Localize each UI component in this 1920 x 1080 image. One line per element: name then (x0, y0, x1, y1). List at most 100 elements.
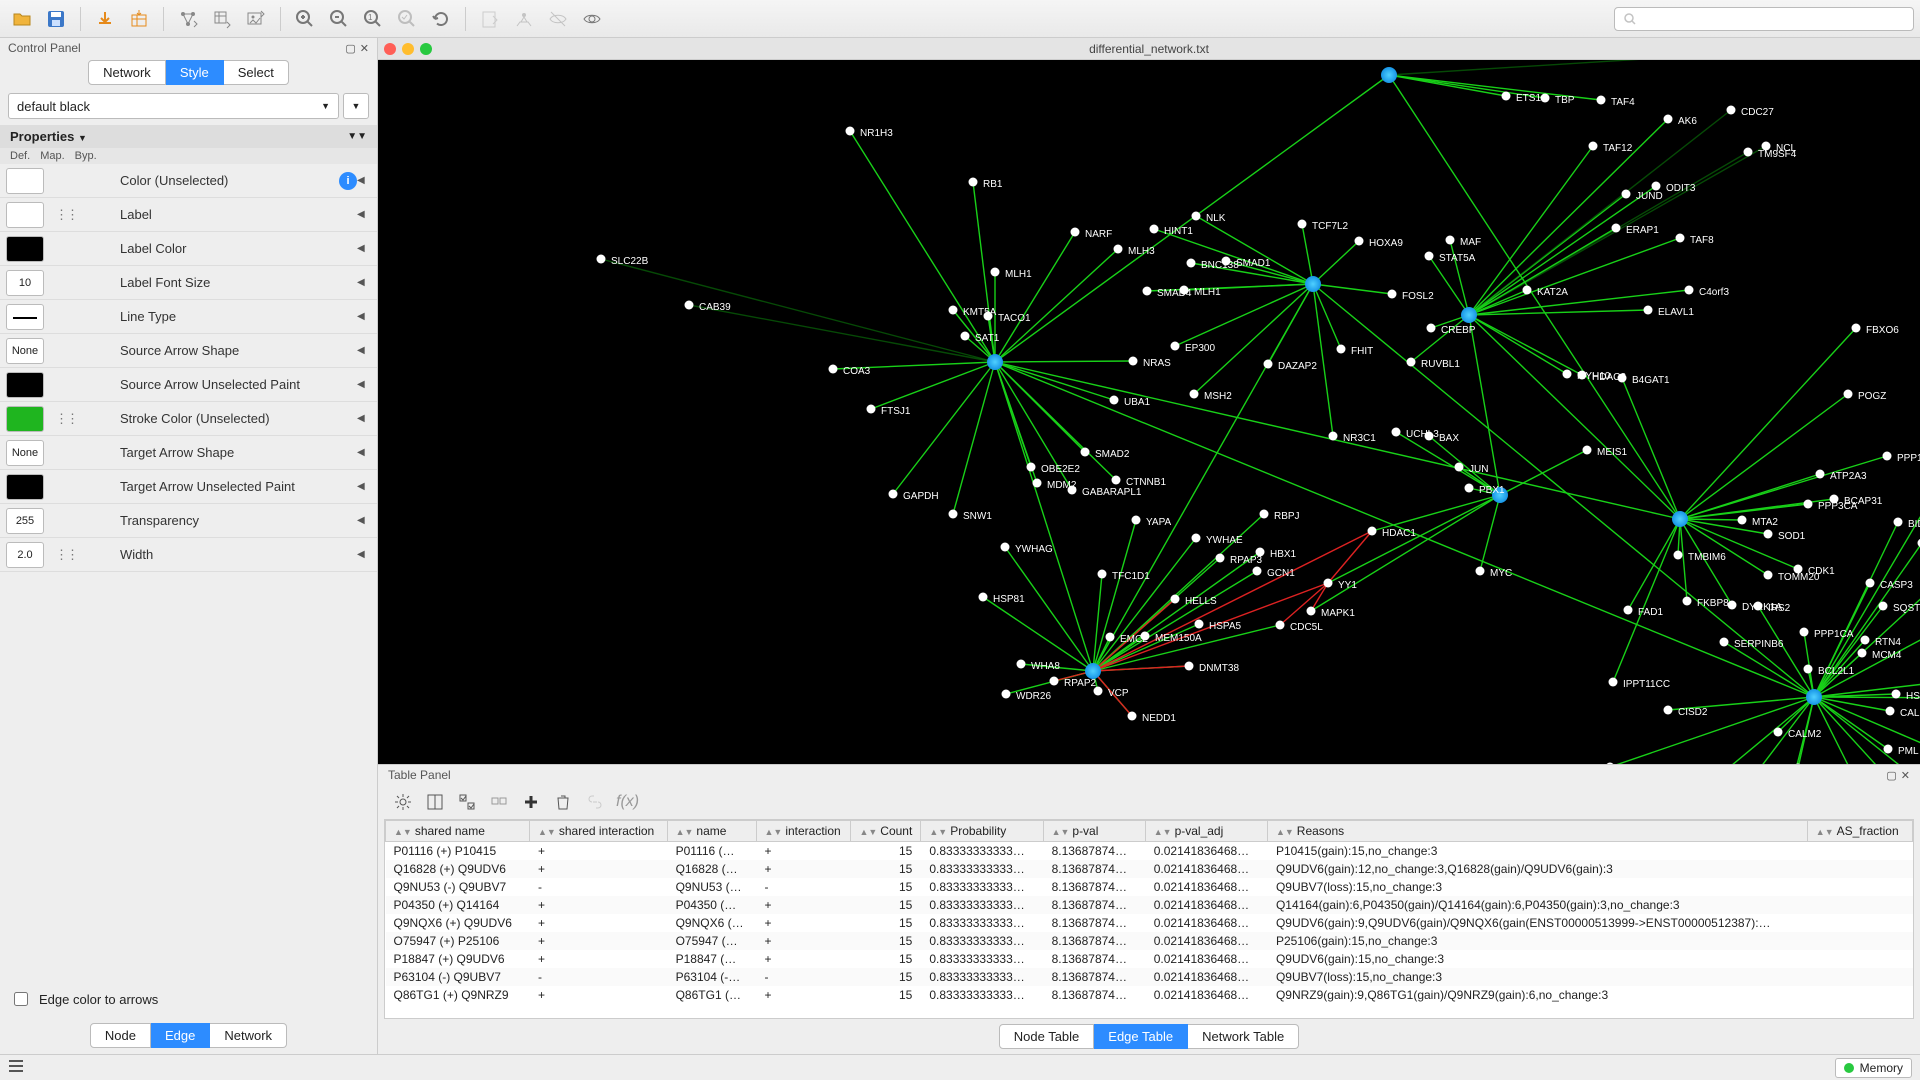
network-hub[interactable] (1381, 67, 1397, 83)
default-value[interactable] (6, 202, 44, 228)
network-node[interactable] (1112, 476, 1121, 485)
expand-icon[interactable]: ◀ (357, 209, 371, 220)
panel-toggle-icon[interactable] (8, 1059, 24, 1076)
network-hub[interactable] (1672, 511, 1688, 527)
expand-icon[interactable]: ◀ (357, 549, 371, 560)
style-options-button[interactable]: ▼ (343, 93, 369, 119)
network-hub[interactable] (987, 354, 1003, 370)
network-node[interactable] (1081, 448, 1090, 457)
network-node[interactable] (1892, 690, 1901, 699)
network-node[interactable] (1738, 516, 1747, 525)
network-node[interactable] (1337, 345, 1346, 354)
table-row[interactable]: P04350 (+) Q14164+P04350 (…+150.83333333… (386, 896, 1913, 914)
network-node[interactable] (991, 268, 1000, 277)
expand-icon[interactable]: ◀ (357, 481, 371, 492)
column-header[interactable]: ▲▼Reasons (1267, 821, 1807, 842)
network-node[interactable] (1324, 579, 1333, 588)
network-node[interactable] (889, 490, 898, 499)
default-value[interactable] (6, 304, 44, 330)
expand-icon[interactable]: ◀ (357, 277, 371, 288)
network-node[interactable] (1476, 567, 1485, 576)
network-node[interactable] (1618, 374, 1627, 383)
tab-style[interactable]: Style (166, 60, 224, 85)
network-node[interactable] (1098, 570, 1107, 579)
expand-icon[interactable]: ◀ (357, 175, 371, 186)
zoom-select-icon[interactable] (391, 3, 423, 35)
window-close-icon[interactable] (384, 43, 396, 55)
network-node[interactable] (1883, 452, 1892, 461)
network-node[interactable] (1886, 707, 1895, 716)
network-node[interactable] (1866, 579, 1875, 588)
delete-column-icon[interactable] (552, 791, 574, 813)
network-node[interactable] (1644, 306, 1653, 315)
element-tab-edge[interactable]: Edge (151, 1023, 210, 1048)
network-node[interactable] (1804, 500, 1813, 509)
network-node[interactable] (1774, 728, 1783, 737)
network-node[interactable] (1298, 220, 1307, 229)
mapping-handle[interactable]: ⋮⋮ (48, 547, 84, 563)
search-input[interactable] (1640, 11, 1905, 27)
network-node[interactable] (1187, 259, 1196, 268)
network-node[interactable] (1502, 92, 1511, 101)
property-label-color[interactable]: Label Color◀ (0, 232, 377, 266)
search-box[interactable] (1614, 7, 1914, 31)
default-value[interactable] (6, 474, 44, 500)
network-node[interactable] (1050, 677, 1059, 686)
network-node[interactable] (1683, 597, 1692, 606)
network-node[interactable] (1563, 370, 1572, 379)
network-node[interactable] (829, 365, 838, 374)
info-icon[interactable]: i (339, 172, 357, 190)
network-node[interactable] (1720, 638, 1729, 647)
network-node[interactable] (1609, 678, 1618, 687)
element-tab-node[interactable]: Node (90, 1023, 151, 1048)
network-node[interactable] (949, 510, 958, 519)
network-hub[interactable] (1085, 663, 1101, 679)
link-icon[interactable] (584, 791, 606, 813)
tab-select[interactable]: Select (224, 60, 289, 85)
expand-icon[interactable]: ◀ (357, 413, 371, 424)
default-value[interactable] (6, 406, 44, 432)
network-node[interactable] (1800, 628, 1809, 637)
network-node[interactable] (1597, 96, 1606, 105)
gear-icon[interactable] (392, 791, 414, 813)
network-node[interactable] (1222, 257, 1231, 266)
table-tab-network-table[interactable]: Network Table (1188, 1024, 1299, 1049)
float-icon[interactable]: ▢ (1886, 769, 1896, 782)
network-hub[interactable] (1806, 689, 1822, 705)
table-tab-node-table[interactable]: Node Table (999, 1024, 1095, 1049)
network-node[interactable] (1465, 484, 1474, 493)
network-node[interactable] (1129, 357, 1138, 366)
style-select[interactable]: default black ▼ (8, 93, 339, 119)
network-node[interactable] (1307, 607, 1316, 616)
expand-all-icon[interactable]: ▼▼ (347, 131, 367, 142)
table-row[interactable]: P18847 (+) Q9UDV6+P18847 (…+150.83333333… (386, 950, 1913, 968)
default-value[interactable]: None (6, 338, 44, 364)
network-node[interactable] (1830, 495, 1839, 504)
network-node[interactable] (1253, 567, 1262, 576)
network-node[interactable] (597, 255, 606, 264)
network-node[interactable] (1879, 602, 1888, 611)
export-network-icon[interactable] (172, 3, 204, 35)
export-image-icon[interactable] (240, 3, 272, 35)
column-header[interactable]: ▲▼p-val (1043, 821, 1145, 842)
network-node[interactable] (1676, 234, 1685, 243)
network-node[interactable] (1071, 228, 1080, 237)
open-icon[interactable] (6, 3, 38, 35)
network-node[interactable] (1033, 479, 1042, 488)
expand-icon[interactable]: ◀ (357, 379, 371, 390)
network-node[interactable] (1664, 706, 1673, 715)
float-icon[interactable]: ▢ (345, 42, 355, 55)
network-node[interactable] (1455, 463, 1464, 472)
table-row[interactable]: P63104 (-) Q9UBV7-P63104 (-…-150.8333333… (386, 968, 1913, 986)
property-target-arrow-unselected-paint[interactable]: Target Arrow Unselected Paint◀ (0, 470, 377, 504)
zoom-out-icon[interactable] (323, 3, 355, 35)
network-node[interactable] (1427, 324, 1436, 333)
network-node[interactable] (1276, 621, 1285, 630)
network-node[interactable] (1216, 554, 1225, 563)
expand-icon[interactable]: ◀ (357, 515, 371, 526)
column-header[interactable]: ▲▼p-val_adj (1145, 821, 1267, 842)
network-node[interactable] (1762, 142, 1771, 151)
select-all-icon[interactable] (456, 791, 478, 813)
close-icon[interactable]: ✕ (360, 42, 369, 55)
data-table[interactable]: ▲▼shared name▲▼shared interaction▲▼name▲… (384, 819, 1914, 1019)
